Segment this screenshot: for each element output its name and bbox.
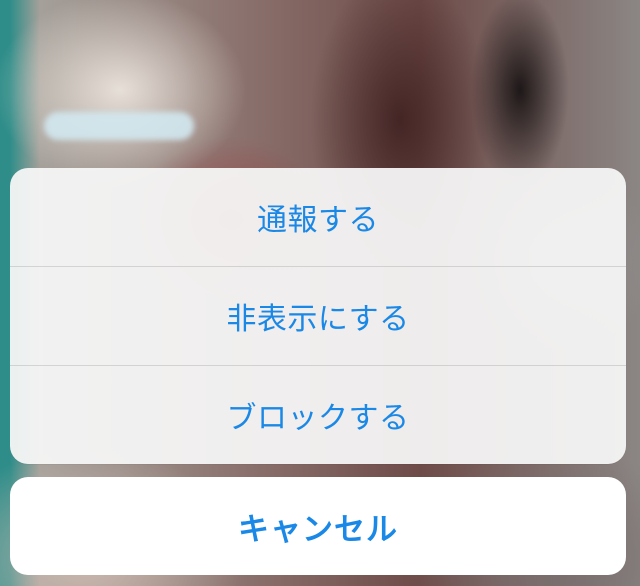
- action-sheet: 通報する 非表示にする ブロックする: [10, 168, 626, 464]
- hide-button[interactable]: 非表示にする: [10, 267, 626, 366]
- block-button[interactable]: ブロックする: [10, 366, 626, 464]
- screen: 通報する 非表示にする ブロックする キャンセル: [0, 0, 640, 586]
- blurred-background-chip: [44, 112, 194, 140]
- cancel-button[interactable]: キャンセル: [10, 477, 626, 575]
- report-button[interactable]: 通報する: [10, 168, 626, 267]
